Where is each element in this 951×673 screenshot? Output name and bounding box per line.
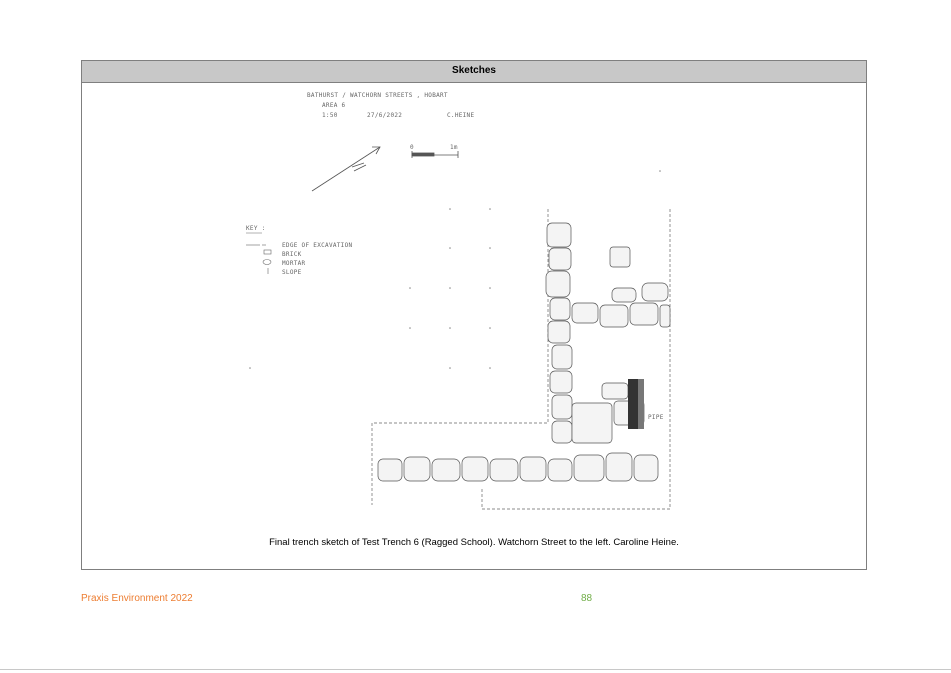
sketch-scale: 1:50 (322, 112, 338, 119)
key-item-slope: SLOPE (282, 269, 302, 276)
grid-points (249, 170, 661, 369)
key-item-brick: BRICK (282, 251, 302, 258)
sketch-title-line1: BATHURST / WATCHORN STREETS , HOBART (307, 92, 448, 99)
sketch-author: C.HEINE (447, 112, 474, 119)
scale-bar (411, 151, 459, 158)
section-header: Sketches (82, 61, 866, 83)
trench-sketch: BATHURST / WATCHORN STREETS , HOBART ARE… (246, 92, 671, 510)
page-number: 88 (581, 593, 593, 604)
pipe-label: PIPE (648, 414, 664, 421)
scale-bar-start: 0 (410, 144, 414, 151)
key-heading: KEY : (246, 225, 266, 232)
sketch-title-line2: AREA 6 (322, 102, 346, 109)
scale-bar-end: 1m (450, 144, 458, 151)
key-item-edge: EDGE OF EXCAVATION (282, 242, 353, 249)
pipe (628, 379, 638, 429)
north-arrow-icon (311, 146, 381, 192)
key-item-mortar: MORTAR (282, 260, 306, 267)
page-bottom-rule (0, 669, 951, 670)
footer-company: Praxis Environment 2022 (81, 593, 193, 604)
stone-walls (377, 222, 671, 482)
sketch-panel: Sketches BATHURST / WATCHORN STREETS , H… (81, 60, 867, 570)
sketch-date: 27/6/2022 (367, 112, 402, 119)
figure-caption: Final trench sketch of Test Trench 6 (Ra… (269, 537, 679, 548)
